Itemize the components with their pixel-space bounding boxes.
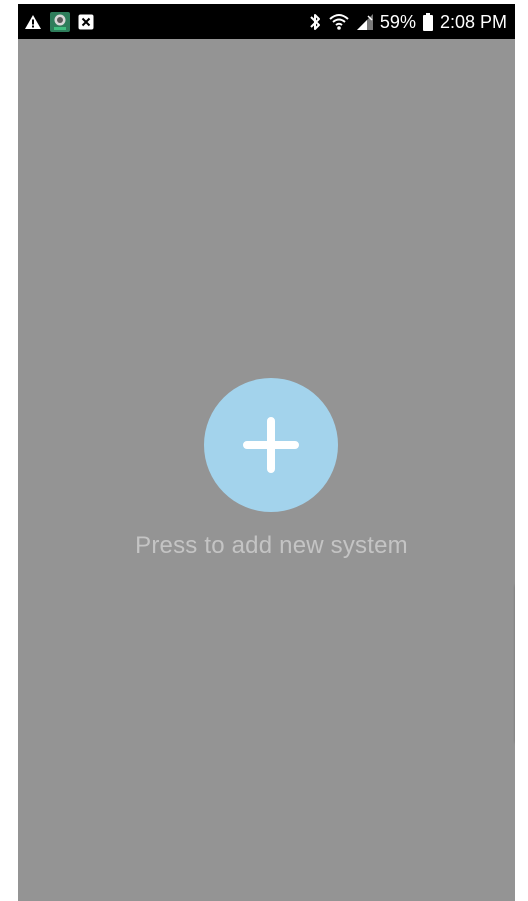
bluetooth-icon — [308, 12, 322, 32]
close-notification-icon — [78, 14, 94, 30]
add-system-label[interactable]: Press to add new system — [18, 532, 515, 560]
signal-icon — [356, 13, 374, 31]
wifi-icon — [328, 12, 350, 32]
plus-icon — [243, 417, 299, 473]
add-system-button[interactable] — [204, 378, 338, 512]
app-screen: 59% 2:08 PM Press to add new system — [18, 4, 515, 901]
warning-icon — [24, 14, 42, 30]
empty-state: Press to add new system — [18, 378, 515, 568]
app-notification-icon — [50, 12, 70, 32]
battery-percent: 59% — [379, 12, 416, 32]
status-bar: 59% 2:08 PM — [18, 4, 515, 39]
notification-icons — [24, 10, 94, 34]
battery-icon — [422, 12, 434, 32]
clock: 2:08 PM — [439, 12, 507, 32]
system-status: 59% 2:08 PM — [308, 9, 507, 35]
